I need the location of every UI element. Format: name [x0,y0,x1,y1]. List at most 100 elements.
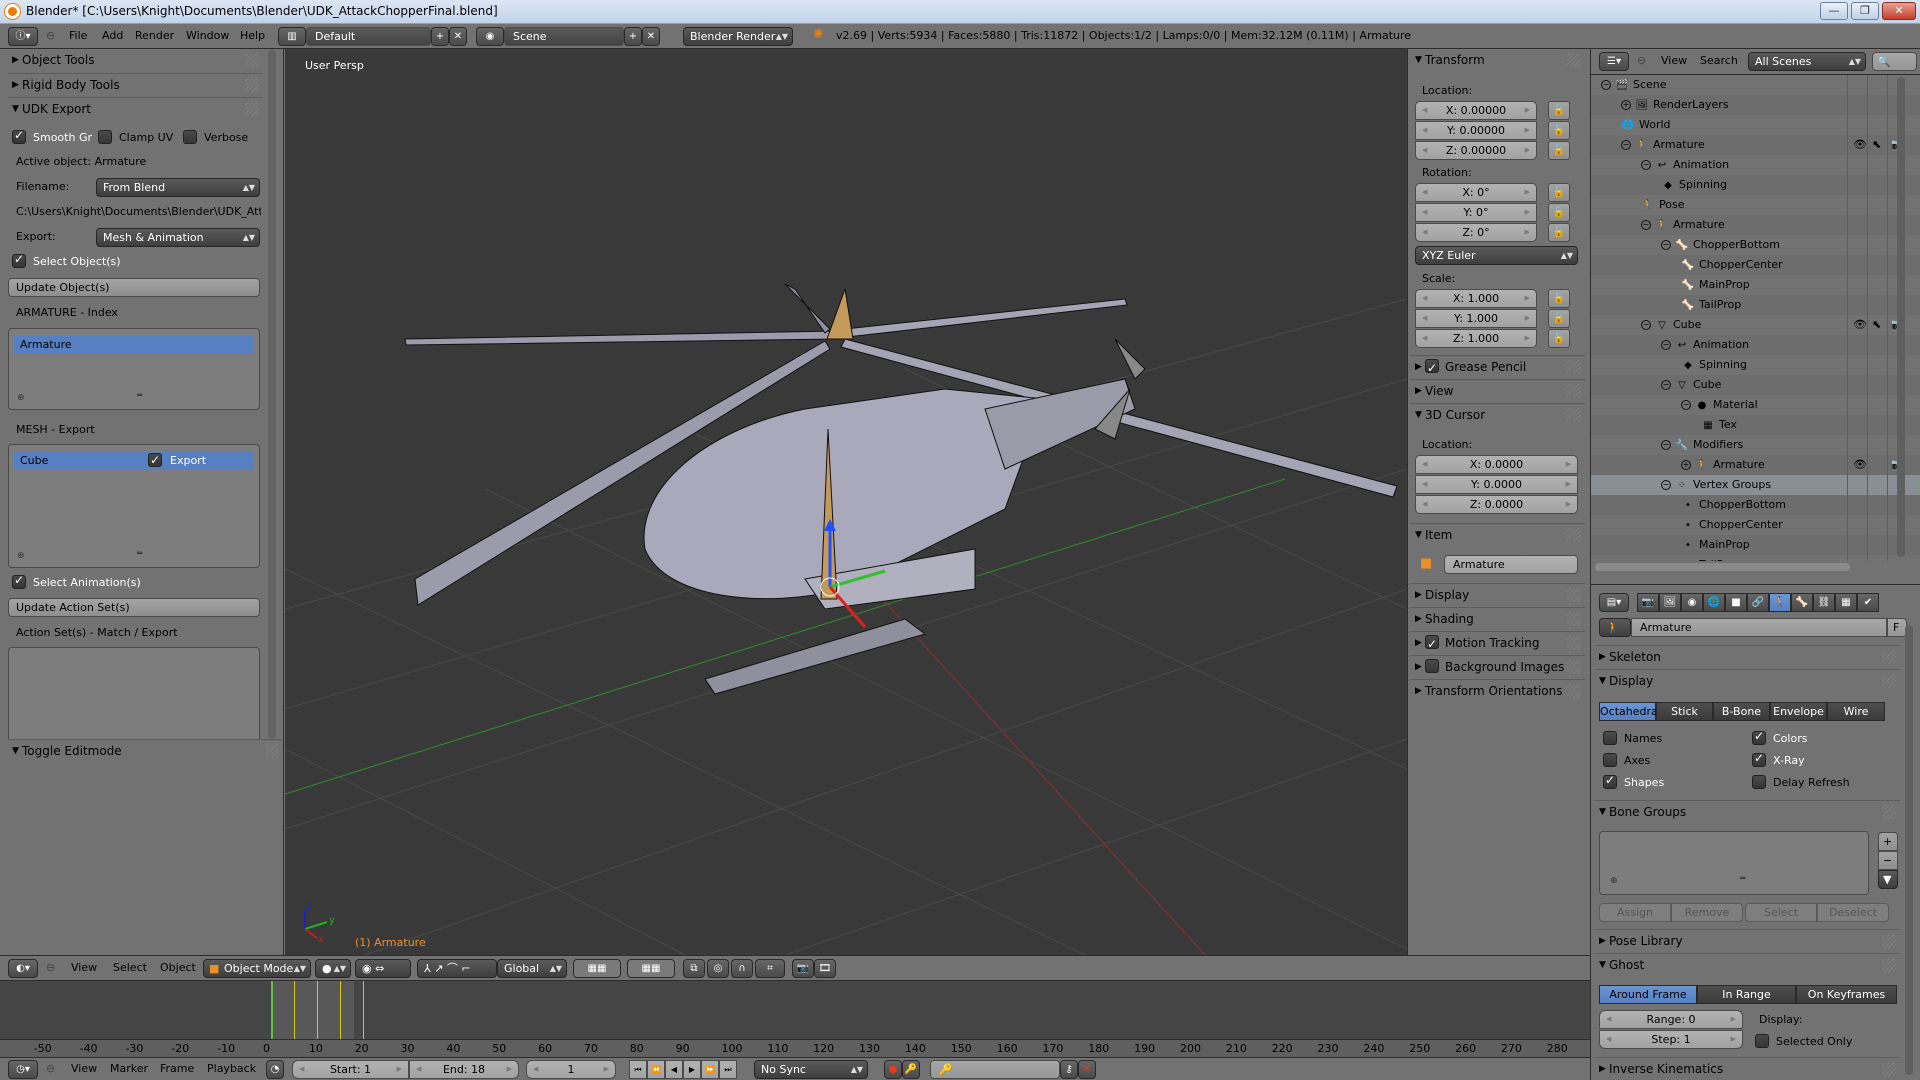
jump-keyframe-forward-button[interactable]: ⏩ [701,1060,719,1079]
play-button[interactable]: ▶ [683,1060,701,1079]
resize-handle-icon[interactable]: ═ [137,391,142,401]
outliner-item-label[interactable]: TailProp [1699,558,1741,561]
tab-physics-icon[interactable]: ✔ [1857,593,1879,612]
outliner-scrollbar[interactable] [1897,77,1905,557]
resize-handle-icon[interactable]: ═ [137,549,142,559]
drag-grip-icon[interactable] [1567,636,1581,650]
outliner-row[interactable]: − ↩ Animation [1591,155,1920,175]
lock-icon[interactable]: 🔓 [1548,309,1570,328]
scene-icon[interactable]: ◉ [476,27,504,46]
select-button[interactable]: Select [1745,903,1817,922]
remove-button[interactable]: Remove [1671,903,1743,922]
scale-x-field[interactable]: ◀ X: 1.000 ▶ [1415,289,1537,308]
panel-display[interactable]: ▶ Display [1411,583,1585,605]
eye-icon[interactable]: 👁 [1853,455,1867,475]
maximize-button[interactable]: ❐ [1851,2,1879,20]
render-opengl-icon[interactable]: 📷 [792,959,814,978]
collapse-menu-icon[interactable]: ⊖ [46,29,55,42]
list-item[interactable]: Cube Export [14,451,254,470]
update-action-sets-button[interactable]: Update Action Set(s) [8,598,260,617]
panel-skeleton[interactable]: ▶ Skeleton [1595,645,1900,667]
outliner-item-label[interactable]: Cube [1693,378,1721,391]
outliner-row[interactable]: − ● Material [1591,395,1920,415]
properties-scrollbar[interactable] [1905,625,1913,1075]
outliner-row[interactable]: − ▽ Cube [1591,375,1920,395]
panel-toggle-editmode[interactable]: ▼ Toggle Editmode [8,739,283,761]
editor-type-info-icon[interactable]: ⓘ▾ [8,27,38,46]
location-z-field[interactable]: ◀ Z: 0.00000 ▶ [1415,141,1537,160]
collapse-icon[interactable]: − [1641,160,1651,170]
outliner-item-label[interactable]: TailProp [1699,298,1741,311]
outliner-item-label[interactable]: Vertex Groups [1693,478,1771,491]
list-item[interactable]: Armature [14,336,254,354]
outliner-item-label[interactable]: ChopperCenter [1699,518,1783,531]
snap-element-icon[interactable]: ⌗ [755,959,785,978]
datablock-name-field[interactable]: Armature [1631,618,1887,637]
outliner-row[interactable]: − ↩ Animation [1591,335,1920,355]
collapse-menu-icon[interactable]: ⊖ [46,1062,55,1075]
preview-range-icon[interactable]: ◔ [266,1060,284,1079]
bone-groups-list[interactable]: ⊕ ═ [1599,831,1869,895]
outliner-row[interactable]: 🦴 MainProp [1591,275,1920,295]
render-animation-icon[interactable]: 🎞 [814,959,836,978]
layers-grid-2[interactable]: ▦▦ [627,959,675,978]
panel-item[interactable]: ▼ Item [1411,523,1585,545]
rotation-z-field[interactable]: ◀ Z: 0° ▶ [1415,223,1537,242]
render-engine-dropdown[interactable]: Blender Render ▲▼ [683,27,793,46]
editor-type-outliner-icon[interactable]: ☰▾ [1599,52,1629,71]
rotation-y-field[interactable]: ◀ Y: 0° ▶ [1415,203,1537,222]
collapse-menu-icon[interactable]: ⊖ [46,961,55,974]
lock-icon[interactable]: 🔓 [1548,289,1570,308]
panel-grease-pencil[interactable]: ▶ Grease Pencil [1411,355,1585,379]
collapse-icon[interactable]: − [1661,240,1671,250]
panel-udk-export[interactable]: ▼ UDK Export [8,97,263,119]
editor-type-3dview-icon[interactable]: ◐▾ [8,959,38,978]
start-frame-field[interactable]: ◀ Start: 1 ▶ [292,1060,409,1079]
collapse-icon[interactable]: − [1641,220,1651,230]
keyframe-line[interactable] [339,981,341,1039]
grease-pencil-checkbox[interactable] [1425,357,1439,379]
panel-background-images[interactable]: ▶ Background Images [1411,655,1585,677]
close-button[interactable]: ✕ [1882,2,1916,20]
drag-grip-icon[interactable] [1567,360,1581,374]
tab-object-icon[interactable]: ■ [1725,593,1747,612]
outliner-row[interactable]: − 🔧 Modifiers [1591,435,1920,455]
scale-z-field[interactable]: ◀ Z: 1.000 ▶ [1415,329,1537,348]
cursor-x-field[interactable]: ◀ X: 0.0000 ▶ [1415,455,1578,474]
tab-render-layers-icon[interactable]: 🖼 [1659,593,1681,612]
menu-select[interactable]: Select [113,961,147,974]
display-type-bbone[interactable]: B-Bone [1713,702,1770,721]
fake-user-button[interactable]: F [1887,618,1907,637]
pivot-dropdown[interactable]: ◉ ⇔ [355,959,411,978]
collapse-icon[interactable]: − [1661,340,1671,350]
outliner-item-label[interactable]: MainProp [1699,278,1750,291]
outliner-item-label[interactable]: Armature [1713,458,1765,471]
outliner-row[interactable]: 🦴 ChopperCenter [1591,255,1920,275]
outliner-item-label[interactable]: Animation [1673,158,1729,171]
cursor-select-icon[interactable]: ⬉ [1872,135,1881,155]
outliner-row[interactable]: • ChopperBottom [1591,495,1920,515]
menu-window[interactable]: Window [186,29,229,42]
delay-refresh-checkbox[interactable] [1752,775,1766,789]
lock-icon[interactable]: 🔓 [1548,141,1570,160]
lock-layers-icon[interactable]: ⧉ [683,959,705,978]
sync-dropdown[interactable]: No Sync ▲▼ [754,1060,868,1079]
editor-type-properties-icon[interactable]: ▤▾ [1599,593,1629,612]
menu-help[interactable]: Help [240,29,265,42]
outliner-row[interactable]: • ChopperCenter [1591,515,1920,535]
drag-grip-icon[interactable] [1567,684,1581,698]
panel-transform[interactable]: ▼ Transform [1411,49,1585,71]
ghost-type-around-frame[interactable]: Around Frame [1599,985,1697,1004]
keyframe-line[interactable] [362,981,364,1039]
outliner-row[interactable]: + 🖼 RenderLayers [1591,95,1920,115]
add-item-icon[interactable]: ⊕ [1610,876,1618,886]
select-animations-checkbox[interactable] [12,573,26,589]
assign-button[interactable]: Assign [1599,903,1671,922]
outliner-row[interactable]: • MainProp [1591,535,1920,555]
add-scene-icon[interactable]: + [624,27,642,46]
rotation-x-field[interactable]: ◀ X: 0° ▶ [1415,183,1537,202]
drag-grip-icon[interactable] [1567,588,1581,602]
drag-grip-icon[interactable] [245,53,259,67]
display-type-wire[interactable]: Wire [1827,702,1885,721]
select-objects-checkbox[interactable] [12,252,26,268]
